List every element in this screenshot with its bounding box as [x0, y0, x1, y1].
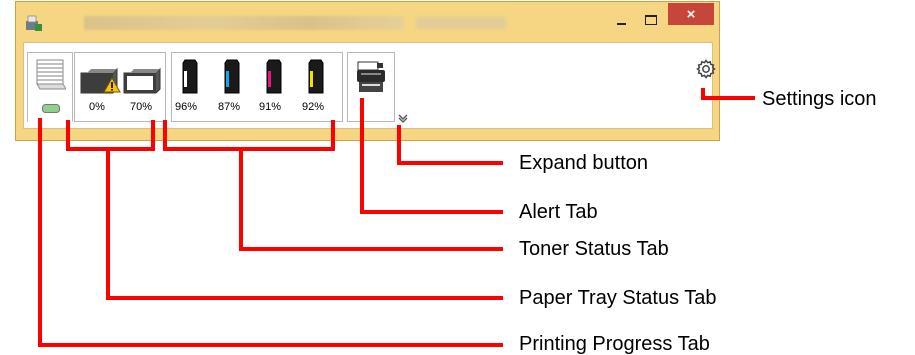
settings-callout-line: [701, 88, 755, 100]
expand-button-label: Expand button: [519, 152, 648, 174]
settings-icon-label: Settings icon: [762, 88, 877, 110]
paper-tray-callout-line: [106, 149, 503, 300]
toner-bracket: [163, 120, 335, 151]
alert-callout-line: [360, 98, 503, 214]
paper-tray-status-tab-label: Paper Tray Status Tab: [519, 287, 717, 309]
alert-tab-label: Alert Tab: [519, 201, 598, 223]
toner-status-tab-label: Toner Status Tab: [519, 238, 669, 260]
printing-progress-tab-label: Printing Progress Tab: [519, 333, 710, 355]
expand-callout-line: [397, 125, 503, 165]
callout-lines: [38, 88, 755, 347]
paper-tray-bracket: [66, 120, 155, 151]
